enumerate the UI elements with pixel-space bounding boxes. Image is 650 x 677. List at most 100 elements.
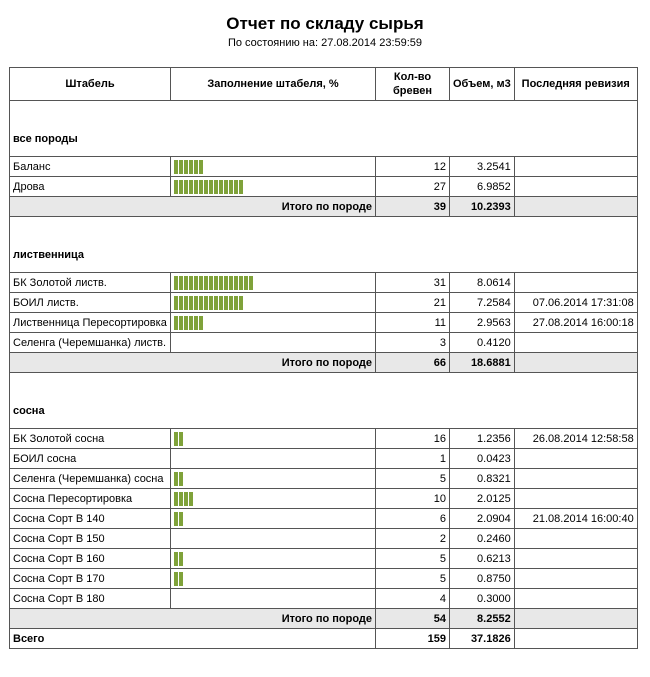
fill-segment	[189, 315, 193, 330]
grand-total-row: Всего 159 37.1826	[9, 628, 638, 649]
fill-segment	[199, 159, 203, 174]
fill-bar	[174, 315, 372, 330]
fill-segment	[199, 315, 203, 330]
col-header-fill: Заполнение штабеля, %	[170, 67, 376, 101]
stack-name: Сосна Сорт В 150	[9, 528, 171, 549]
fill-segment	[194, 295, 198, 310]
group-total-label: Итого по породе	[9, 608, 376, 629]
revision-date	[513, 528, 638, 549]
stack-name: Лиственница Пересортировка	[9, 312, 171, 333]
table-header-row: Штабель Заполнение штабеля, % Кол-во брев…	[9, 67, 638, 101]
fill-bar	[174, 179, 372, 194]
revision-date	[513, 448, 638, 469]
table-row: БОИЛ сосна 1 0.0423	[9, 448, 638, 469]
table-row: БК Золотой сосна 16 1.2356 26.08.2014 12:58…	[9, 428, 638, 449]
fill-segment	[174, 431, 178, 446]
log-count: 31	[375, 272, 450, 293]
fill-cell	[170, 548, 376, 569]
fill-segment	[199, 179, 203, 194]
stack-name: Сосна Пересортировка	[9, 488, 171, 509]
table-row: Сосна Сорт В 160 5 0.6213	[9, 548, 638, 569]
fill-segment	[179, 179, 183, 194]
fill-segment	[214, 295, 218, 310]
table-row: Селенга (Черемшанка) листв. 3 0.4120	[9, 332, 638, 353]
fill-segment	[189, 275, 193, 290]
group-total-label: Итого по породе	[9, 352, 376, 373]
fill-segment	[199, 295, 203, 310]
fill-segment	[174, 315, 178, 330]
volume-value: 3.2541	[449, 156, 515, 177]
table-body: все породы Баланс 12 3.2541 Дрова 27 6.9852 Ито…	[9, 100, 638, 649]
group-name: лиственница	[9, 237, 638, 273]
log-count: 10	[375, 488, 450, 509]
fill-segment	[209, 275, 213, 290]
group-total-revision	[513, 608, 638, 629]
volume-value: 0.3000	[449, 588, 515, 609]
revision-date	[513, 488, 638, 509]
fill-segment	[174, 295, 178, 310]
group-total-row: Итого по породе 54 8.2552	[9, 608, 638, 629]
fill-cell	[170, 468, 376, 489]
grand-total-revision	[513, 628, 638, 649]
fill-bar	[174, 592, 372, 606]
group-total-row: Итого по породе 66 18.6881	[9, 352, 638, 373]
group-name: все породы	[9, 121, 638, 157]
revision-date	[513, 588, 638, 609]
table-row: БОИЛ листв. 21 7.2584 07.06.2014 17:31:08	[9, 292, 638, 313]
log-count: 6	[375, 508, 450, 529]
fill-segment	[184, 491, 188, 506]
group-total-count: 54	[375, 608, 450, 629]
fill-segment	[209, 295, 213, 310]
log-count: 11	[375, 312, 450, 333]
group-spacer	[9, 216, 638, 237]
spacer-cell	[9, 372, 638, 393]
group-total-row: Итого по породе 39 10.2393	[9, 196, 638, 217]
fill-cell	[170, 508, 376, 529]
volume-value: 0.8321	[449, 468, 515, 489]
log-count: 12	[375, 156, 450, 177]
fill-bar	[174, 571, 372, 586]
fill-segment	[214, 179, 218, 194]
fill-segment	[204, 179, 208, 194]
fill-segment	[194, 315, 198, 330]
stack-name: БК Золотой листв.	[9, 272, 171, 293]
fill-segment	[189, 179, 193, 194]
log-count: 16	[375, 428, 450, 449]
fill-segment	[244, 275, 248, 290]
stack-name: Сосна Сорт В 180	[9, 588, 171, 609]
fill-cell	[170, 272, 376, 293]
table-row: Баланс 12 3.2541	[9, 156, 638, 177]
fill-segment	[234, 179, 238, 194]
volume-value: 0.8750	[449, 568, 515, 589]
revision-date: 21.08.2014 16:00:40	[513, 508, 638, 529]
fill-segment	[194, 159, 198, 174]
fill-bar	[174, 491, 372, 506]
fill-segment	[174, 511, 178, 526]
fill-bar	[174, 336, 372, 350]
group-spacer	[9, 372, 638, 393]
group-total-count: 66	[375, 352, 450, 373]
revision-date	[513, 156, 638, 177]
fill-segment	[174, 571, 178, 586]
revision-date: 27.08.2014 16:00:18	[513, 312, 638, 333]
log-count: 2	[375, 528, 450, 549]
grand-total-count: 159	[375, 628, 450, 649]
fill-segment	[174, 275, 178, 290]
fill-cell	[170, 588, 376, 609]
fill-segment	[179, 551, 183, 566]
log-count: 27	[375, 176, 450, 197]
group-total-volume: 18.6881	[449, 352, 515, 373]
fill-segment	[229, 295, 233, 310]
revision-date: 07.06.2014 17:31:08	[513, 292, 638, 313]
fill-segment	[194, 179, 198, 194]
fill-segment	[214, 275, 218, 290]
fill-segment	[234, 275, 238, 290]
fill-segment	[189, 159, 193, 174]
fill-segment	[204, 275, 208, 290]
volume-value: 0.2460	[449, 528, 515, 549]
fill-segment	[219, 179, 223, 194]
fill-cell	[170, 176, 376, 197]
stack-name: Сосна Сорт В 160	[9, 548, 171, 569]
fill-segment	[239, 179, 243, 194]
fill-segment	[174, 179, 178, 194]
